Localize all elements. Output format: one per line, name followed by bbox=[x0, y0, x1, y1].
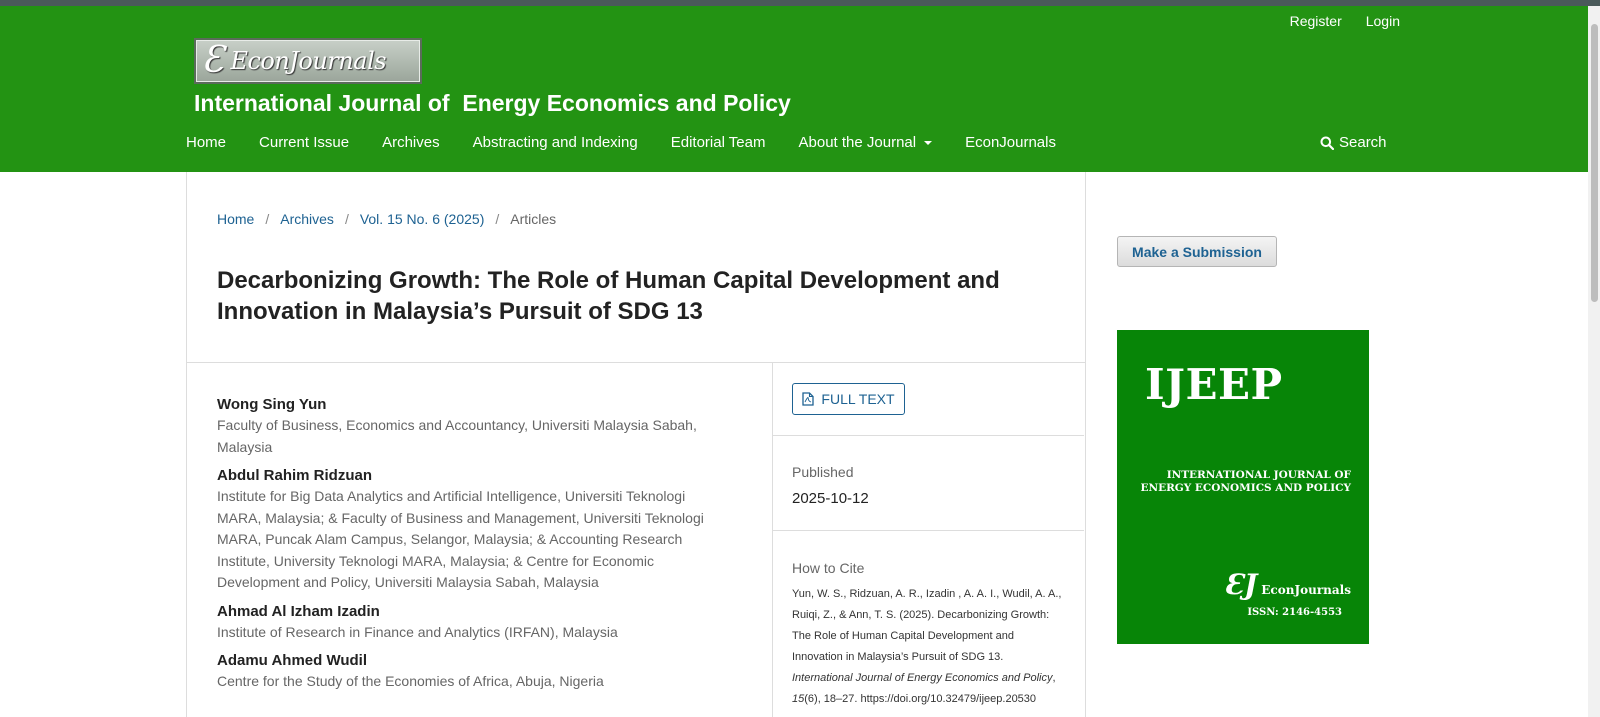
journal-cover-image[interactable]: IJEEP INTERNATIONAL JOURNAL OF ENERGY EC… bbox=[1117, 330, 1369, 644]
citation-journal: International Journal of Energy Economic… bbox=[792, 672, 1053, 684]
citation-separator: , bbox=[1052, 672, 1056, 684]
caret-down-icon bbox=[924, 140, 933, 145]
citation-text: Yun, W. S., Ridzuan, A. R., Izadin , A. … bbox=[792, 584, 1064, 710]
breadcrumb-issue[interactable]: Vol. 15 No. 6 (2025) bbox=[360, 211, 485, 227]
nav-abstracting-indexing[interactable]: Abstracting and Indexing bbox=[473, 134, 638, 151]
divider bbox=[187, 362, 1085, 363]
search-icon bbox=[1320, 136, 1334, 150]
cover-title-line: INTERNATIONAL JOURNAL OF bbox=[1166, 469, 1351, 481]
cover-issn: ISSN: 2146-4553 bbox=[1247, 607, 1342, 618]
author-item: Ahmad Al Izham Izadin Institute of Resea… bbox=[217, 602, 717, 644]
nav-about-journal[interactable]: About the Journal bbox=[799, 134, 933, 151]
scroll-thumb[interactable] bbox=[1591, 24, 1598, 302]
breadcrumb-archives[interactable]: Archives bbox=[280, 211, 334, 227]
article-title: Decarbonizing Growth: The Role of Human … bbox=[217, 267, 1000, 325]
author-affiliation: Institute of Research in Finance and Ana… bbox=[217, 623, 618, 640]
file-pdf-icon bbox=[802, 392, 815, 406]
make-submission-button[interactable]: Make a Submission bbox=[1117, 236, 1277, 267]
search-link[interactable]: Search bbox=[1320, 134, 1387, 151]
author-name: Wong Sing Yun bbox=[217, 396, 327, 413]
how-to-cite-label: How to Cite bbox=[792, 560, 865, 576]
cover-title-line: ENERGY ECONOMICS AND POLICY bbox=[1140, 482, 1351, 494]
nav-home[interactable]: Home bbox=[186, 134, 226, 151]
login-link[interactable]: Login bbox=[1366, 13, 1400, 29]
breadcrumb-separator: / bbox=[344, 211, 349, 227]
divider bbox=[772, 435, 1084, 436]
logo-mark: Ɛ bbox=[202, 40, 225, 81]
citation-tail: (6), 18–27. https://doi.org/10.32479/ije… bbox=[804, 693, 1037, 705]
divider bbox=[772, 362, 773, 717]
breadcrumb-separator: / bbox=[495, 211, 500, 227]
cover-ej-mark: ƐJ bbox=[1223, 568, 1258, 601]
cover-publisher-logo: ƐJ EconJournals bbox=[1224, 568, 1351, 601]
author-item: Wong Sing Yun Faculty of Business, Econo… bbox=[217, 395, 717, 458]
citation-volume: 15 bbox=[792, 693, 805, 705]
econjournals-logo[interactable]: Ɛ EconJournals bbox=[194, 38, 422, 84]
nav-about-journal-label: About the Journal bbox=[798, 134, 917, 151]
full-text-button[interactable]: FULL TEXT bbox=[792, 383, 905, 415]
cover-full-title: INTERNATIONAL JOURNAL OF ENERGY ECONOMIC… bbox=[1140, 469, 1351, 495]
author-item: Adamu Ahmed Wudil Centre for the Study o… bbox=[217, 651, 717, 693]
divider bbox=[772, 530, 1084, 531]
nav-archives[interactable]: Archives bbox=[382, 134, 440, 151]
author-name: Abdul Rahim Ridzuan bbox=[217, 467, 372, 484]
published-date: 2025-10-12 bbox=[792, 490, 869, 507]
cover-abbreviation: IJEEP bbox=[1145, 360, 1283, 409]
register-link[interactable]: Register bbox=[1290, 13, 1342, 29]
primary-nav: Home Current Issue Archives Abstracting … bbox=[186, 134, 1089, 151]
page-scrollbar[interactable] bbox=[1588, 6, 1600, 717]
author-affiliation: Institute for Big Data Analytics and Art… bbox=[217, 488, 704, 590]
user-nav: Register Login bbox=[1290, 13, 1400, 29]
site-title[interactable]: International Journal of Energy Economic… bbox=[194, 90, 791, 117]
nav-econjournals[interactable]: EconJournals bbox=[965, 134, 1056, 151]
author-item: Abdul Rahim Ridzuan Institute for Big Da… bbox=[217, 466, 717, 594]
citation-main: Yun, W. S., Ridzuan, A. R., Izadin , A. … bbox=[792, 588, 1062, 663]
author-list: Wong Sing Yun Faculty of Business, Econo… bbox=[217, 395, 717, 701]
full-text-label: FULL TEXT bbox=[821, 391, 895, 407]
nav-editorial-team[interactable]: Editorial Team bbox=[671, 134, 766, 151]
published-label: Published bbox=[792, 464, 854, 480]
author-affiliation: Centre for the Study of the Economies of… bbox=[217, 673, 604, 689]
nav-current-issue[interactable]: Current Issue bbox=[259, 134, 349, 151]
cover-ej-word: EconJournals bbox=[1261, 583, 1351, 597]
search-label: Search bbox=[1339, 134, 1387, 151]
breadcrumb-home[interactable]: Home bbox=[217, 211, 254, 227]
logo-text: EconJournals bbox=[230, 47, 387, 75]
author-affiliation: Faculty of Business, Economics and Accou… bbox=[217, 417, 697, 455]
breadcrumb: Home / Archives / Vol. 15 No. 6 (2025) /… bbox=[217, 211, 556, 227]
breadcrumb-current: Articles bbox=[510, 211, 557, 227]
author-name: Ahmad Al Izham Izadin bbox=[217, 602, 380, 620]
author-name: Adamu Ahmed Wudil bbox=[217, 652, 367, 669]
breadcrumb-separator: / bbox=[265, 211, 270, 227]
